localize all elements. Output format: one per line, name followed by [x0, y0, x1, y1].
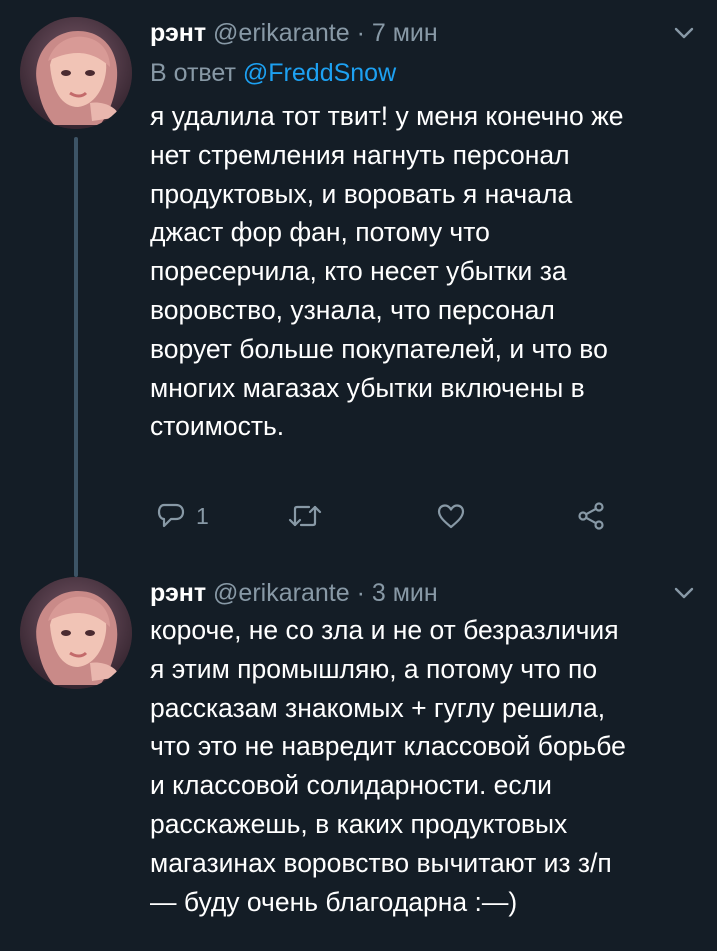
tweet-text: я удалила тот твит! у меня конечно же не… — [150, 97, 695, 446]
tweet-text-line: короче, не со зла и не от безразличия — [150, 615, 619, 645]
tweet-text-line: расскажешь, в каких продуктовых — [150, 808, 568, 839]
tweet-header: рэнт @erikarante · 3 мин — [150, 578, 438, 608]
retweet-button[interactable] — [288, 496, 322, 536]
reply-count: 1 — [196, 502, 209, 529]
share-button[interactable] — [576, 496, 606, 536]
reply-prefix: В ответ — [150, 59, 236, 87]
tweet-text-line: я удалила тот твит! у меня конечно же — [150, 101, 624, 131]
meta-separator: · — [356, 19, 365, 47]
tweet-text-line: магазинах воровство вычитают из з/п — [150, 847, 612, 878]
tweet-text-line: нет стремления нагнуть персонал — [150, 139, 570, 170]
author-name[interactable]: рэнт — [150, 579, 206, 607]
tweet-text-line: ворует больше покупателей, и что во — [150, 333, 608, 364]
tweet-text-line: поресерчила, кто несет убытки за — [150, 256, 567, 287]
tweet[interactable]: рэнт @erikarante · 3 мин короче, не со з… — [0, 560, 717, 951]
thread-connector-line — [74, 137, 78, 577]
tweet-header: рэнт @erikarante · 7 мин — [150, 18, 438, 48]
tweet-timestamp[interactable]: 3 мин — [372, 579, 438, 607]
reply-context: В ответ @FreddSnow — [150, 58, 396, 88]
tweet-timestamp[interactable]: 7 мин — [372, 19, 438, 47]
tweet-text-line: и классовой солидарности. если — [150, 770, 552, 801]
author-handle[interactable]: @erikarante — [213, 579, 350, 607]
share-icon — [578, 502, 604, 530]
avatar[interactable] — [20, 577, 132, 689]
tweet-actions: 1 — [150, 496, 650, 536]
tweet-text: короче, не со зла и не от безразличия я … — [150, 611, 695, 921]
author-name[interactable]: рэнт — [150, 19, 206, 47]
tweet-text-line: — буду очень благодарна :—) — [150, 886, 518, 917]
tweet-text-line: что это не навредит классовой борьбе — [150, 731, 626, 762]
tweet-text-line: многих магазах убытки включены в — [150, 372, 585, 403]
tweet-text-line: рассказам знакомых + гуглу решила, — [150, 692, 606, 723]
meta-separator: · — [356, 579, 365, 607]
reply-icon — [157, 503, 185, 528]
like-icon — [437, 504, 465, 529]
reply-mention-link[interactable]: @FreddSnow — [243, 59, 396, 87]
tweet-text-line: воровство, узнала, что персонал — [150, 294, 555, 325]
tweet[interactable]: рэнт @erikarante · 7 мин В ответ @FreddS… — [0, 0, 717, 577]
retweet-icon — [288, 505, 322, 527]
author-handle[interactable]: @erikarante — [213, 19, 350, 47]
tweet-text-line: я этим промышляю, а потому что по — [150, 653, 598, 684]
chevron-down-icon[interactable] — [673, 586, 695, 600]
like-button[interactable] — [436, 496, 466, 536]
reply-button[interactable]: 1 — [156, 496, 209, 536]
avatar[interactable] — [20, 17, 132, 129]
tweet-text-line: стоимость. — [150, 411, 285, 442]
tweet-text-line: джаст фор фан, потому что — [150, 217, 490, 248]
chevron-down-icon[interactable] — [673, 26, 695, 40]
tweet-text-line: продуктовых, и воровать я начала — [150, 178, 573, 209]
